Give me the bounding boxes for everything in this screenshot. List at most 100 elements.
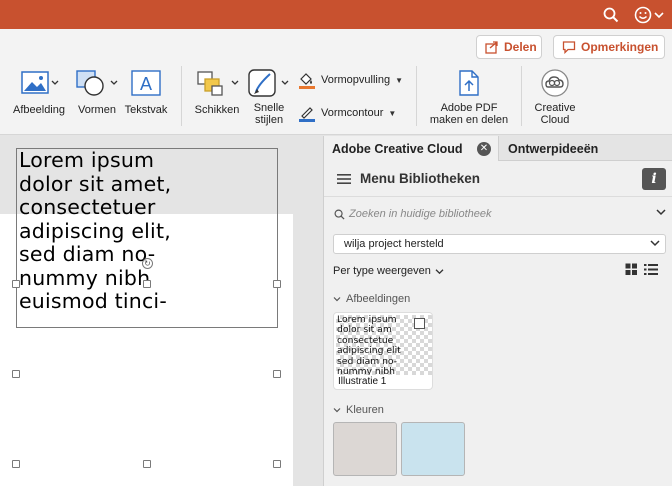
smiley-icon[interactable] — [633, 5, 653, 25]
text-line: sed diam no- — [19, 242, 156, 266]
svg-text:A: A — [140, 74, 152, 94]
resize-handle[interactable] — [273, 280, 281, 288]
text-line: dolor sit amet, — [19, 171, 172, 196]
info-button[interactable]: i — [642, 168, 666, 190]
shape-outline-label: Vormcontour — [321, 107, 384, 119]
picture-button[interactable]: Afbeelding — [10, 68, 68, 116]
ribbon-separator — [521, 66, 522, 126]
tab-adobe-creative-cloud[interactable]: Adobe Creative Cloud — [324, 136, 499, 161]
adobe-pdf-label-line2: maken en delen — [429, 114, 509, 126]
shape-fill-button[interactable]: Vormopvulling ▼ — [298, 71, 403, 89]
grid-view-icon[interactable] — [625, 263, 638, 276]
ribbon-separator — [181, 66, 182, 126]
list-view-icon[interactable] — [644, 263, 658, 276]
chevron-down-icon — [650, 240, 660, 247]
share-button[interactable]: Delen — [476, 35, 542, 59]
resize-handle[interactable] — [143, 280, 151, 288]
text-line: adipiscing elit, — [19, 218, 171, 243]
panel-tabs: Adobe Creative Cloud ✕ Ontwerpideeën — [324, 136, 672, 161]
preview-line: adipiscing elit — [337, 345, 401, 357]
quick-styles-icon — [248, 69, 289, 97]
arrange-icon — [197, 71, 239, 96]
share-label: Delen — [504, 40, 537, 54]
creative-cloud-label-line1: Creative — [534, 102, 576, 114]
menu-title: Menu Bibliotheken — [360, 171, 481, 186]
textbox-label: Tekstvak — [124, 104, 168, 116]
chevron-down-icon: ▼ — [388, 108, 397, 118]
view-by-dropdown[interactable]: Per type weergeven — [333, 263, 666, 279]
libraries-panel: Adobe Creative Cloud ✕ Ontwerpideeën Men… — [323, 136, 672, 486]
resize-handle[interactable] — [12, 370, 20, 378]
linked-asset-icon — [414, 318, 425, 329]
colors-section-label: Kleuren — [346, 404, 384, 416]
shapes-button[interactable]: Vormen — [74, 68, 120, 116]
adobe-pdf-button[interactable]: Adobe PDF maken en delen — [424, 68, 514, 126]
resize-handle[interactable] — [143, 460, 151, 468]
arrange-label: Schikken — [194, 104, 240, 116]
text-box[interactable]: Lorem ipsum dolor sit amet, consectetuer… — [16, 148, 278, 328]
colors-section-header[interactable]: Kleuren — [333, 404, 384, 416]
color-swatch[interactable] — [401, 422, 465, 476]
text-line: Lorem ipsum — [19, 148, 155, 172]
creative-cloud-icon — [541, 69, 569, 97]
images-section-header[interactable]: Afbeeldingen — [333, 293, 410, 305]
creative-cloud-label-line2: Cloud — [540, 114, 570, 126]
images-section-label: Afbeeldingen — [346, 293, 411, 305]
library-select[interactable]: wilja project hersteld — [333, 234, 666, 254]
text-line: nummy nibh — [19, 265, 151, 290]
resize-handle[interactable] — [273, 460, 281, 468]
chevron-down-icon — [435, 268, 444, 274]
resize-handle[interactable] — [12, 460, 20, 468]
resize-handle[interactable] — [273, 370, 281, 378]
library-asset-thumbnail[interactable]: Lorem ipsum dolor sit am consectetue adi… — [333, 312, 433, 390]
picture-icon — [21, 71, 59, 94]
tab-label: Ontwerpideeën — [508, 141, 599, 156]
shape-outline-button[interactable]: Vormcontour ▼ — [298, 104, 396, 122]
shape-fill-label: Vormopvulling — [321, 74, 391, 86]
search-icon — [334, 209, 345, 220]
chevron-down-icon: ▼ — [395, 75, 404, 85]
shapes-icon — [76, 70, 118, 96]
comments-button[interactable]: Opmerkingen — [553, 35, 665, 59]
chevron-down-icon — [333, 297, 341, 302]
shapes-label: Vormen — [78, 104, 116, 116]
preview-line: consectetue — [337, 334, 394, 346]
search-placeholder: Zoeken in huidige bibliotheek — [349, 208, 492, 220]
library-selected-value: wilja project hersteld — [344, 238, 444, 250]
quick-styles-button[interactable]: Snelle stijlen — [246, 68, 292, 126]
tab-label: Adobe Creative Cloud — [332, 141, 463, 156]
rotate-handle[interactable]: ↻ — [142, 258, 153, 269]
ribbon-separator — [416, 66, 417, 126]
pdf-share-icon — [459, 70, 479, 96]
libraries-menu-header[interactable]: Menu Bibliotheken i — [324, 161, 672, 197]
quick-styles-label-line2: stijlen — [254, 114, 284, 126]
close-icon[interactable]: ✕ — [477, 142, 491, 156]
textbox-icon: A — [131, 70, 161, 96]
textbox-button[interactable]: A Tekstvak — [122, 68, 170, 116]
text-line: consectetuer — [19, 195, 156, 219]
share-icon — [485, 41, 498, 54]
color-swatch[interactable] — [333, 422, 397, 476]
chevron-down-icon[interactable] — [652, 5, 666, 25]
tab-design-ideas[interactable]: Ontwerpideeën — [500, 136, 672, 161]
arrange-button[interactable]: Schikken — [190, 68, 244, 116]
ribbon: Delen Opmerkingen Afbeelding Vormen A Te… — [0, 29, 672, 135]
text-box-content[interactable]: Lorem ipsum dolor sit amet, consectetuer… — [19, 148, 281, 314]
pen-icon — [299, 107, 315, 122]
search-icon[interactable] — [601, 5, 621, 25]
asset-caption: Illustratie 1 — [338, 376, 387, 387]
view-toggle — [625, 263, 658, 276]
preview-line: nummy nibh — [337, 366, 395, 375]
resize-handle[interactable] — [12, 280, 20, 288]
comments-label: Opmerkingen — [581, 40, 659, 54]
title-bar — [0, 0, 672, 29]
preview-line: dolor sit am — [337, 324, 392, 336]
chevron-down-icon[interactable] — [656, 208, 666, 216]
hamburger-menu-icon[interactable] — [336, 172, 352, 186]
creative-cloud-button[interactable]: Creative Cloud — [528, 68, 582, 126]
view-by-label: Per type weergeven — [333, 265, 431, 277]
chevron-down-icon — [333, 408, 341, 413]
text-line: euismod tinci- — [19, 289, 167, 313]
picture-label: Afbeelding — [13, 104, 65, 116]
library-search-input[interactable]: Zoeken in huidige bibliotheek — [330, 204, 668, 224]
